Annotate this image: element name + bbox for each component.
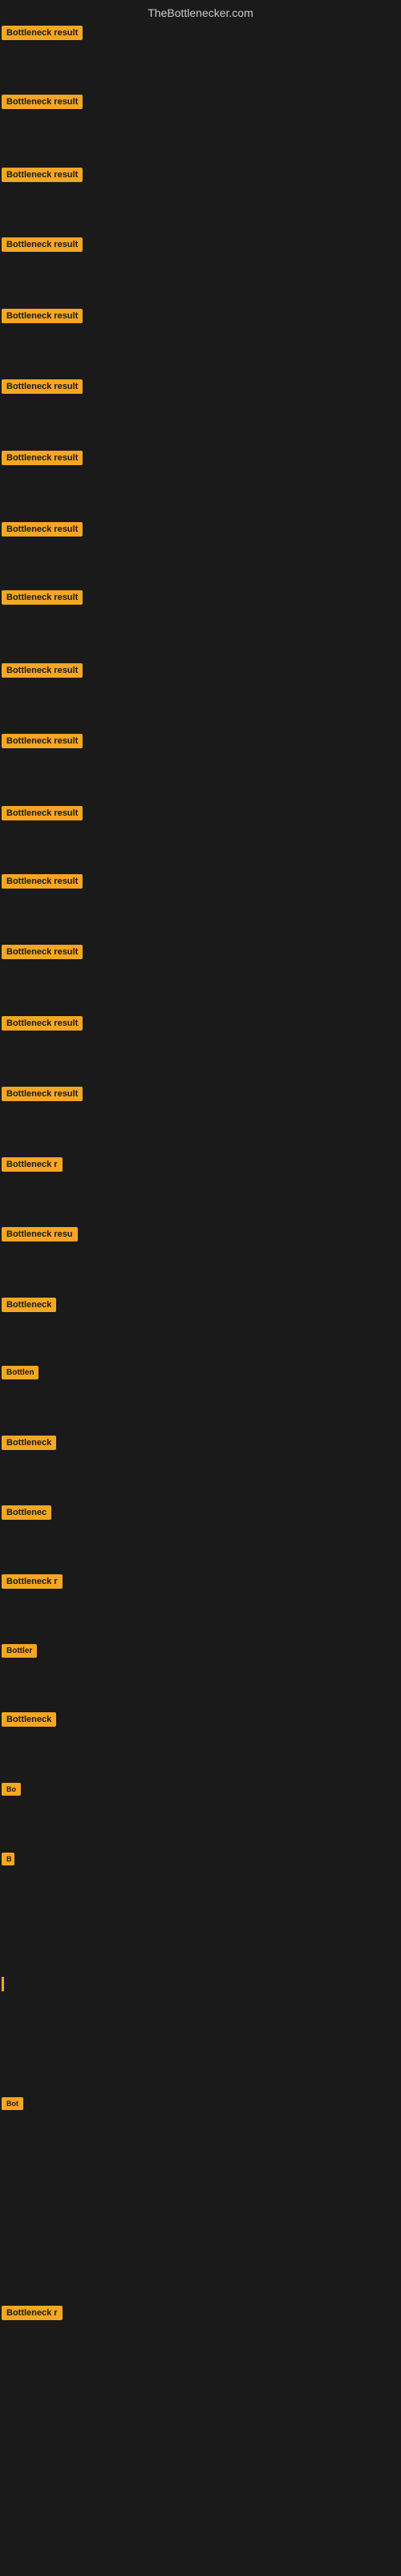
bottleneck-label: Bottleneck result bbox=[2, 168, 83, 182]
bottleneck-label: Bottleneck result bbox=[2, 379, 83, 394]
result-row: Bottleneck r bbox=[2, 2306, 63, 2324]
bottleneck-label: Bottlenec bbox=[2, 1505, 51, 1520]
result-row: Bottleneck result bbox=[2, 451, 83, 469]
bottleneck-label: Bottleneck bbox=[2, 1436, 56, 1450]
site-title: TheBottlenecker.com bbox=[0, 0, 401, 26]
bottleneck-label: Bottleneck result bbox=[2, 95, 83, 109]
bottleneck-label: Bot bbox=[2, 2097, 23, 2110]
bottleneck-label: Bottleneck resu bbox=[2, 1227, 78, 1241]
bottleneck-label: Bottleneck result bbox=[2, 590, 83, 605]
result-row: Bottleneck r bbox=[2, 1157, 63, 1176]
result-row: B bbox=[2, 1853, 14, 1869]
result-row: Bottleneck result bbox=[2, 168, 83, 186]
result-row: Bottleneck r bbox=[2, 1574, 63, 1593]
bottleneck-label: B bbox=[2, 1853, 14, 1865]
bottleneck-label: Bottleneck result bbox=[2, 945, 83, 959]
bottleneck-label: Bottleneck bbox=[2, 1298, 56, 1312]
result-row: Bot bbox=[2, 2097, 23, 2114]
bottleneck-label: Bottleneck result bbox=[2, 451, 83, 465]
result-row: Bottleneck result bbox=[2, 522, 83, 541]
result-row: Bottleneck result bbox=[2, 590, 83, 609]
bottleneck-label: Bottleneck r bbox=[2, 1157, 63, 1172]
bottleneck-label: Bottleneck r bbox=[2, 1574, 63, 1589]
result-row: Bottleneck result bbox=[2, 379, 83, 398]
result-row: Bo bbox=[2, 1783, 21, 1800]
result-row: Bottleneck result bbox=[2, 1016, 83, 1035]
result-row: Bottleneck result bbox=[2, 237, 83, 256]
result-row: Bottleneck result bbox=[2, 309, 83, 327]
bottleneck-label: Bo bbox=[2, 1783, 21, 1796]
bottleneck-label: Bottlen bbox=[2, 1366, 38, 1379]
bottleneck-label: Bottleneck result bbox=[2, 237, 83, 252]
result-row bbox=[2, 1977, 4, 1991]
bottleneck-label: Bottleneck result bbox=[2, 309, 83, 323]
bottleneck-label: Bottleneck result bbox=[2, 734, 83, 748]
bottleneck-label: Bottleneck result bbox=[2, 26, 83, 40]
bottleneck-label: Bottleneck result bbox=[2, 1087, 83, 1101]
result-row: Bottleneck result bbox=[2, 1087, 83, 1105]
result-row: Bottlenec bbox=[2, 1505, 51, 1524]
bottleneck-label: Bottleneck result bbox=[2, 663, 83, 678]
bottleneck-label: Bottleneck result bbox=[2, 1016, 83, 1031]
result-row: Bottleneck result bbox=[2, 26, 83, 44]
result-row: Bottleneck bbox=[2, 1298, 56, 1316]
result-row: Bottleneck result bbox=[2, 806, 83, 824]
bottleneck-label: Bottleneck result bbox=[2, 522, 83, 537]
result-row: Bottler bbox=[2, 1644, 37, 1662]
result-row: Bottlen bbox=[2, 1366, 38, 1383]
bottleneck-label: Bottleneck r bbox=[2, 2306, 63, 2320]
bottleneck-label: Bottler bbox=[2, 1644, 37, 1658]
result-row: Bottleneck result bbox=[2, 95, 83, 113]
result-row: Bottleneck bbox=[2, 1436, 56, 1454]
result-row: Bottleneck result bbox=[2, 734, 83, 752]
bottleneck-label: Bottleneck bbox=[2, 1712, 56, 1727]
bottleneck-label: Bottleneck result bbox=[2, 874, 83, 889]
result-row: Bottleneck result bbox=[2, 874, 83, 893]
result-row: Bottleneck result bbox=[2, 945, 83, 963]
result-row: Bottleneck resu bbox=[2, 1227, 78, 1245]
result-row: Bottleneck bbox=[2, 1712, 56, 1731]
result-row: Bottleneck result bbox=[2, 663, 83, 682]
bottleneck-label: Bottleneck result bbox=[2, 806, 83, 820]
